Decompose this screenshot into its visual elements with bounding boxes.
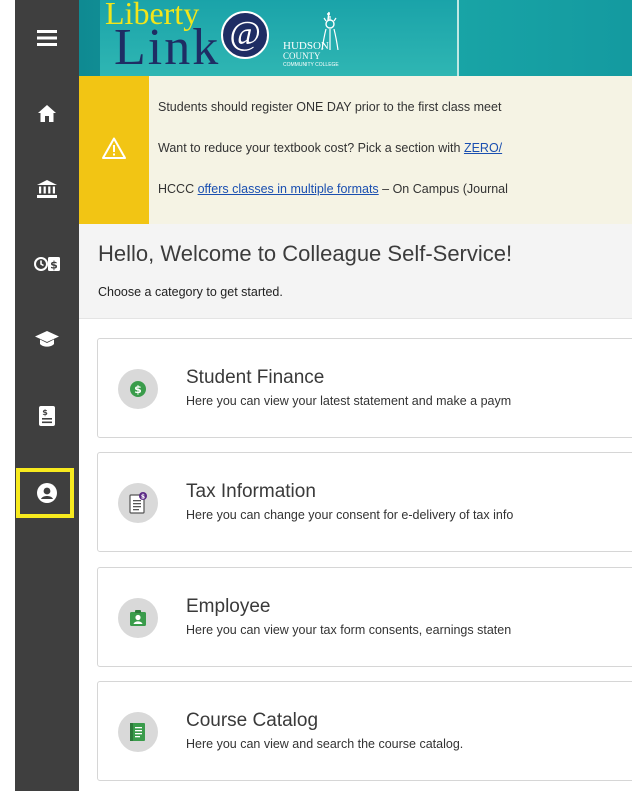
card-student-finance[interactable]: $ Student Finance Here you can view your… bbox=[97, 338, 632, 438]
card-icon-circle: $ bbox=[118, 369, 158, 409]
highlight-box bbox=[16, 468, 74, 518]
menu-button[interactable] bbox=[15, 14, 79, 62]
dollar-circle-icon: $ bbox=[130, 381, 146, 397]
svg-text:$: $ bbox=[50, 259, 58, 272]
alert-textbook-text: Want to reduce your textbook cost? Pick … bbox=[158, 141, 464, 155]
sidebar-item-academics[interactable] bbox=[15, 315, 79, 363]
alert-message-textbook: Want to reduce your textbook cost? Pick … bbox=[158, 141, 502, 155]
logo-community-college: COMMUNITY COLLEGE bbox=[283, 62, 339, 68]
sidebar-item-finance[interactable] bbox=[15, 165, 79, 213]
alert-message-registration: Students should register ONE DAY prior t… bbox=[158, 100, 502, 114]
bank-icon bbox=[37, 180, 57, 198]
tax-document-icon: $ bbox=[39, 406, 55, 426]
alert-formats-prefix: HCCC bbox=[158, 182, 198, 196]
card-course-catalog[interactable]: Course Catalog Here you can view and sea… bbox=[97, 681, 632, 781]
card-description: Here you can view your latest statement … bbox=[186, 394, 512, 408]
card-icon-circle bbox=[118, 712, 158, 752]
card-title: Student Finance bbox=[186, 367, 325, 388]
svg-text:$: $ bbox=[42, 408, 48, 417]
logo-divider bbox=[457, 0, 459, 76]
sidebar-item-tax[interactable]: $ bbox=[15, 392, 79, 440]
alert-strip bbox=[79, 76, 149, 224]
sidebar-item-time-money[interactable]: $ bbox=[15, 240, 79, 288]
alert-message-formats: HCCC offers classes in multiple formats … bbox=[158, 182, 508, 196]
logo-at-symbol: @ bbox=[229, 15, 261, 52]
zero-textbook-link[interactable]: ZERO/ bbox=[464, 141, 502, 155]
alert-banner: Students should register ONE DAY prior t… bbox=[79, 76, 632, 224]
header-banner: Liberty Link @ HUDSON COUNTY COMMUNITY C… bbox=[79, 0, 632, 76]
sidebar-nav: $ $ bbox=[15, 0, 79, 791]
card-icon-circle bbox=[118, 598, 158, 638]
logo-at-circle: @ bbox=[221, 11, 269, 59]
logo-county: COUNTY bbox=[283, 51, 321, 61]
page-subtitle: Choose a category to get started. bbox=[98, 285, 283, 299]
alert-formats-suffix: – On Campus (Journal bbox=[378, 182, 508, 196]
warning-icon bbox=[102, 137, 126, 159]
class-formats-link[interactable]: offers classes in multiple formats bbox=[198, 182, 379, 196]
svg-text:$: $ bbox=[141, 494, 145, 501]
card-icon-circle: $ bbox=[118, 483, 158, 523]
catalog-book-icon bbox=[130, 723, 145, 741]
logo-word-link: Link bbox=[114, 19, 221, 76]
home-icon bbox=[38, 104, 56, 122]
card-tax-information[interactable]: $ Tax Information Here you can change yo… bbox=[97, 452, 632, 552]
employee-badge-icon bbox=[130, 610, 146, 626]
liberty-link-logo[interactable]: Liberty Link @ HUDSON COUNTY COMMUNITY C… bbox=[100, 0, 457, 76]
page-title: Hello, Welcome to Colleague Self-Service… bbox=[98, 241, 513, 266]
card-title: Employee bbox=[186, 596, 271, 617]
menu-icon bbox=[37, 30, 57, 46]
statue-of-liberty-icon bbox=[321, 11, 339, 50]
tax-form-icon: $ bbox=[129, 492, 147, 514]
sidebar-item-home[interactable] bbox=[15, 89, 79, 137]
graduation-cap-icon bbox=[35, 330, 59, 347]
card-description: Here you can view and search the course … bbox=[186, 737, 464, 751]
card-title: Course Catalog bbox=[186, 710, 319, 731]
svg-text:$: $ bbox=[134, 383, 142, 396]
app-frame: $ $ Liberty Link @ HUDSON COUNTY COMMUNI… bbox=[0, 0, 632, 791]
card-employee[interactable]: Employee Here you can view your tax form… bbox=[97, 567, 632, 667]
card-description: Here you can view your tax form consents… bbox=[186, 623, 512, 637]
welcome-header: Hello, Welcome to Colleague Self-Service… bbox=[79, 224, 632, 319]
card-description: Here you can change your consent for e-d… bbox=[186, 508, 514, 522]
clock-dollar-icon: $ bbox=[34, 257, 60, 272]
card-title: Tax Information bbox=[186, 481, 316, 502]
